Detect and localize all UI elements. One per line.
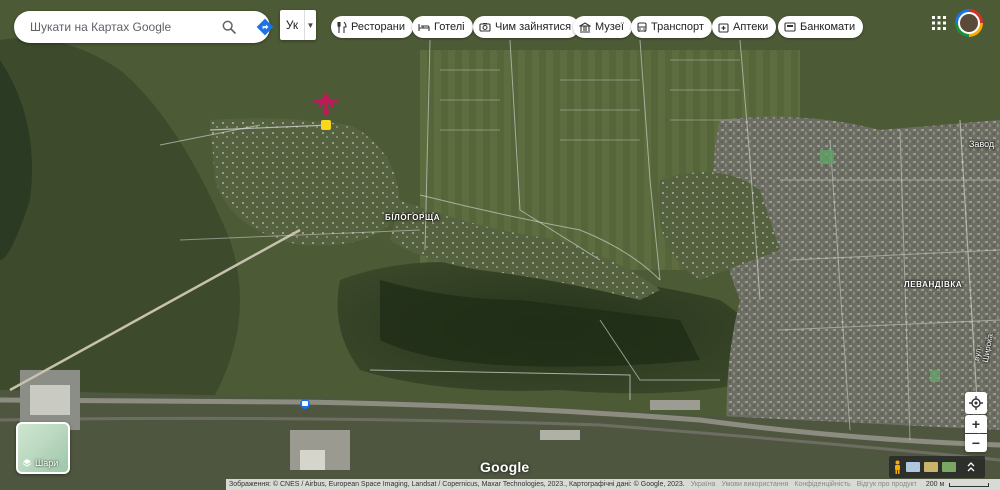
search-input[interactable]	[30, 20, 200, 34]
fork-knife-icon	[337, 21, 347, 33]
layers-label: Шари	[35, 458, 59, 468]
apps-grid-icon[interactable]	[932, 16, 946, 30]
chip-label: Ресторани	[351, 21, 405, 33]
chip-label: Аптеки	[733, 21, 769, 33]
satellite-imagery	[0, 0, 1000, 490]
chip-things-to-do[interactable]: Чим зайнятися	[473, 16, 580, 38]
my-location-button[interactable]	[965, 392, 987, 414]
chip-label: Музеї	[595, 21, 624, 33]
place-label-levandivka[interactable]: ЛЕВАНДІВКА	[904, 280, 962, 289]
attribution-text: Зображення: © CNES / Airbus, European Sp…	[229, 481, 685, 488]
dropdown-arrow-icon[interactable]: ▼	[305, 21, 316, 30]
directions-icon[interactable]	[255, 17, 275, 37]
chip-hotels[interactable]: Готелі	[412, 16, 473, 38]
zoom-out-button[interactable]: −	[965, 434, 987, 452]
feedback-link[interactable]: Відгук про продукт	[854, 481, 920, 488]
street-view-panel[interactable]	[889, 456, 985, 478]
museum-icon	[579, 21, 591, 33]
place-label-zavod[interactable]: Завод	[969, 139, 994, 149]
chip-museums[interactable]: Музеї	[573, 16, 632, 38]
layers-icon	[22, 459, 32, 467]
my-location-icon	[969, 396, 983, 410]
chip-label: Транспорт	[651, 21, 704, 33]
pharmacy-icon	[718, 22, 729, 33]
layer-label: Ук	[285, 18, 299, 32]
chip-label: Готелі	[434, 21, 465, 33]
zoom-in-button[interactable]: +	[965, 415, 987, 433]
chip-atms[interactable]: Банкомати	[778, 16, 864, 38]
country-link[interactable]: Україна	[688, 481, 719, 488]
search-box[interactable]	[14, 11, 274, 43]
privacy-link[interactable]: Конфіденційність	[791, 481, 853, 488]
chip-transport[interactable]: Транспорт	[631, 16, 712, 38]
bus-icon	[637, 21, 647, 32]
scale-line	[949, 482, 990, 487]
satellite-map[interactable]	[0, 0, 1000, 490]
scale-label: 200 м	[925, 481, 945, 488]
chip-label: Чим зайнятися	[495, 21, 572, 33]
pegman-icon[interactable]	[893, 460, 902, 474]
layers-label-group: Шари	[22, 458, 58, 468]
bed-icon	[418, 23, 430, 31]
atm-icon	[784, 22, 796, 32]
google-logo: Google	[480, 459, 530, 475]
minus-icon: −	[971, 435, 981, 451]
language-layer-button[interactable]: Ук ▼	[280, 10, 316, 40]
avatar-image	[958, 12, 980, 34]
scale-bar[interactable]: 200 м	[920, 481, 992, 488]
chip-pharmacies[interactable]: Аптеки	[712, 16, 777, 38]
imagery-thumb-2[interactable]	[924, 462, 938, 472]
search-icon[interactable]	[221, 19, 237, 35]
account-avatar[interactable]	[955, 9, 983, 37]
imagery-thumb-1[interactable]	[906, 462, 920, 472]
chip-restaurants[interactable]: Ресторани	[331, 16, 413, 38]
chip-label: Банкомати	[800, 21, 856, 33]
layers-button[interactable]: Шари	[16, 422, 70, 474]
expand-icon[interactable]	[966, 461, 976, 473]
plus-icon: +	[971, 416, 981, 432]
attribution-bar: Зображення: © CNES / Airbus, European Sp…	[226, 479, 1000, 490]
imagery-thumb-3[interactable]	[942, 462, 956, 472]
terms-link[interactable]: Умови використання	[718, 481, 791, 488]
place-label-bilohorshcha[interactable]: БІЛОГОРЩА	[385, 213, 440, 222]
camera-icon	[479, 23, 491, 32]
